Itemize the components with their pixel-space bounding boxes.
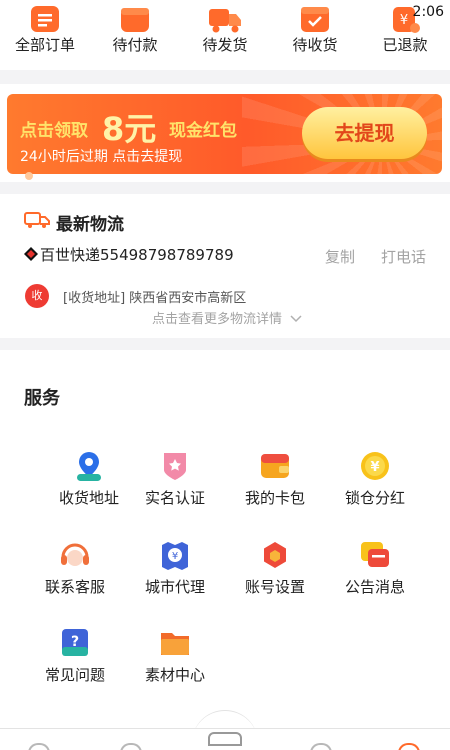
more-logistics-label: 点击查看更多物流详情 [152,312,283,327]
headset-icon [61,543,89,566]
discover-tab-icon[interactable] [310,743,332,750]
courier-logo-icon [24,247,38,261]
tracking-number: 百世快递55498798789789 [40,246,234,264]
order-all-label: 全部订单 [14,36,75,54]
service-customer-support[interactable]: 联系客服 [25,539,125,619]
withdraw-button[interactable]: 去提现 [302,107,427,159]
banner-prefix: 点击领取 [20,121,88,141]
service-address-label: 收货地址 [58,489,119,507]
order-pending-receipt[interactable]: 待收货 [270,0,360,70]
services-section: 服务 收货地址 实名认证 我的卡包 ¥ 锁仓分红 联系客服 ¥ 城市代理 账号设… [0,350,450,730]
more-logistics-link[interactable]: 点击查看更多物流详情 [152,308,302,327]
id-shield-icon [164,453,186,480]
service-materials[interactable]: 素材中心 [125,627,225,707]
notice-message-icon [361,542,389,567]
service-account-settings-label: 账号设置 [244,578,305,596]
service-city-agent-label: 城市代理 [144,578,205,596]
city-agent-icon: ¥ [162,542,188,570]
svg-text:¥: ¥ [400,13,408,28]
all-orders-icon [31,6,59,32]
card-wallet-icon [261,454,289,478]
svg-text:¥: ¥ [172,551,178,562]
svg-text:?: ? [71,634,79,650]
receive-box-icon [301,7,329,32]
logistics-card[interactable]: 最新物流 百世快递55498798789789 复制 打电话 收 [收货地址] … [0,194,450,338]
profile-tab-icon[interactable] [398,743,420,750]
faq-icon: ? [62,629,88,656]
truck-icon [209,9,241,33]
receive-address: [收货地址] 陕西省西安市高新区 [63,291,247,306]
my-orders-page: 全部订单 待付款 待发货 待收货 ¥ 已退款 2:06 点击领取 8元 现金红包… [0,0,450,750]
location-icon [77,452,101,481]
svg-text:¥: ¥ [370,460,379,475]
status-time: 2:06 [412,4,444,20]
service-customer-support-label: 联系客服 [44,578,105,596]
order-all[interactable]: 全部订单 [0,0,90,70]
service-faq-label: 常见问题 [44,666,105,684]
service-card-wallet[interactable]: 我的卡包 [225,450,325,530]
service-notice[interactable]: 公告消息 [325,539,425,619]
copy-button[interactable]: 复制 [325,246,355,267]
receive-badge: 收 [25,284,49,308]
banner-subtitle: 24小时后过期 点击去提现 [20,149,183,165]
banner-dot-decoration [25,172,33,180]
call-button[interactable]: 打电话 [381,246,426,267]
chevron-down-icon [290,315,302,323]
yen-coin-icon: ¥ [361,452,389,480]
order-pending-receipt-label: 待收货 [292,36,338,54]
category-tab-icon[interactable] [120,743,142,750]
red-packet-banner-section: 点击领取 8元 现金红包 24小时后过期 点击去提现 去提现 [0,84,450,182]
service-lock-dividend[interactable]: ¥ 锁仓分红 [325,450,425,530]
logistics-title: 最新物流 [56,215,124,235]
order-pending-payment[interactable]: 待付款 [90,0,180,70]
service-real-name[interactable]: 实名认证 [125,450,225,530]
order-refunded-label: 已退款 [382,36,428,54]
banner-amount: 8元 [102,110,157,148]
delivery-truck-icon [24,212,50,228]
service-card-wallet-label: 我的卡包 [244,489,305,507]
order-pending-shipment[interactable]: 待发货 [180,0,270,70]
service-account-settings[interactable]: 账号设置 [225,539,325,619]
folder-icon [161,633,189,655]
order-pending-payment-label: 待付款 [112,36,158,54]
red-packet-banner[interactable]: 点击领取 8元 现金红包 24小时后过期 点击去提现 去提现 [7,94,442,174]
banner-suffix: 现金红包 [169,121,237,141]
services-title: 服务 [24,388,60,409]
service-notice-label: 公告消息 [344,578,405,596]
service-faq[interactable]: ? 常见问题 [25,627,125,707]
service-address[interactable]: 收货地址 [39,450,139,530]
service-real-name-label: 实名认证 [144,489,205,507]
settings-hexagon-icon [264,542,286,568]
service-city-agent[interactable]: ¥ 城市代理 [125,539,225,619]
service-materials-label: 素材中心 [144,666,205,684]
home-tab-icon[interactable] [28,743,50,750]
service-lock-dividend-label: 锁仓分红 [344,489,405,507]
shop-tab-icon[interactable] [208,732,242,746]
order-pending-shipment-label: 待发货 [202,36,248,54]
wallet-icon [121,8,149,32]
order-status-row: 全部订单 待付款 待发货 待收货 ¥ 已退款 2:06 [0,0,450,70]
